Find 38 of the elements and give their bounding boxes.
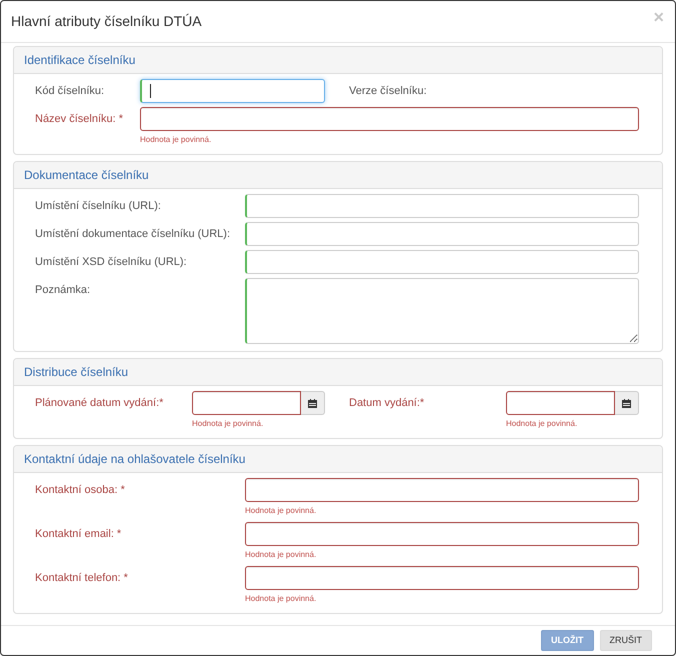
calendar-icon	[308, 398, 317, 408]
date-field[interactable]	[192, 391, 301, 415]
field-label: Umístění dokumentace číselníku (URL):	[35, 227, 232, 242]
field-label: Datum vydání:*	[349, 396, 426, 411]
error-message: Hodnota je povinná.	[245, 549, 316, 560]
calendar-icon	[622, 398, 631, 408]
text-field[interactable]	[245, 522, 639, 546]
error-message: Hodnota je povinná.	[245, 505, 316, 516]
textarea-field[interactable]	[245, 278, 639, 344]
close-button[interactable]: ×	[653, 8, 664, 26]
field-label: Kontaktní osoba: *	[35, 483, 126, 498]
error-message: Hodnota je povinná.	[506, 418, 578, 429]
field-label: Umístění číselníku (URL):	[35, 199, 162, 214]
error-message: Hodnota je povinná.	[245, 593, 316, 604]
cancel-button[interactable]: ZRUŠIT	[600, 630, 652, 651]
text-field[interactable]	[140, 79, 325, 103]
text-field[interactable]	[245, 566, 639, 590]
section-title: Dokumentace číselníku	[24, 167, 149, 184]
field-label: Název číselníku: *	[35, 112, 124, 127]
date-field[interactable]	[506, 391, 615, 415]
field-label: Umístění XSD číselníku (URL):	[35, 255, 188, 270]
field-label: Plánované datum vydání:*	[35, 396, 164, 411]
text-field[interactable]	[245, 478, 639, 502]
field-label: Kontaktní email: *	[35, 527, 122, 542]
section-title: Identifikace číselníku	[24, 52, 136, 69]
dialog-title: Hlavní atributy číselníku DTÚA	[11, 12, 202, 31]
field-label: Verze číselníku:	[349, 84, 428, 99]
section-title: Kontaktní údaje na ohlašovatele číselníku	[24, 451, 246, 468]
field-label: Kontaktní telefon: *	[35, 571, 129, 586]
date-picker-button[interactable]	[615, 391, 639, 415]
error-message: Hodnota je povinná.	[192, 418, 264, 429]
error-message: Hodnota je povinná.	[140, 134, 212, 145]
text-cursor-icon	[150, 84, 151, 98]
date-picker-button[interactable]	[301, 391, 325, 415]
field-label: Poznámka:	[35, 283, 92, 298]
field-label: Kód číselníku:	[35, 84, 106, 99]
section-title: Distribuce číselníku	[24, 364, 128, 381]
text-field[interactable]	[140, 107, 639, 131]
